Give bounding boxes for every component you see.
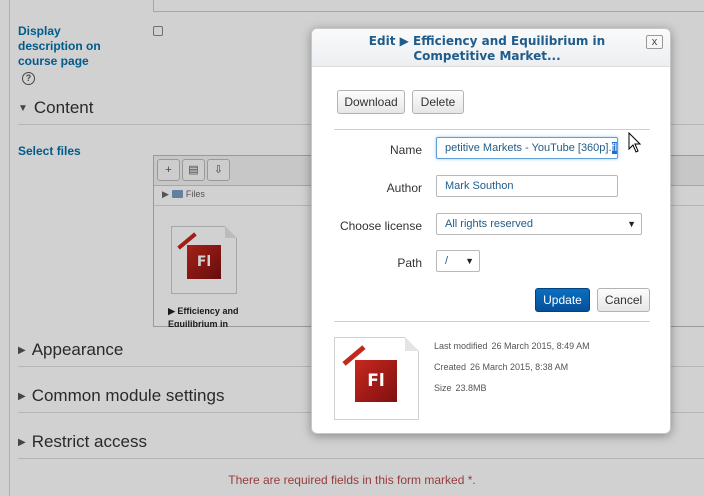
file-preview: Fl — [334, 337, 419, 420]
dialog-divider — [334, 321, 650, 322]
dialog-header: Edit ▶ Efficiency and Equilibrium in Com… — [312, 29, 670, 67]
update-button[interactable]: Update — [535, 288, 590, 312]
name-input[interactable]: petitive Markets - YouTube [360p].flv — [436, 137, 618, 159]
cancel-button[interactable]: Cancel — [597, 288, 650, 312]
flash-file-icon: Fl — [355, 360, 397, 402]
edit-file-dialog: Edit ▶ Efficiency and Equilibrium in Com… — [311, 28, 671, 434]
mouse-cursor-icon — [628, 132, 642, 153]
license-label: Choose license — [339, 219, 422, 233]
last-modified-info: Last modified 26 March 2015, 8:49 AM — [434, 341, 590, 351]
author-label: Author — [386, 181, 422, 195]
dialog-divider — [334, 129, 650, 130]
name-label: Name — [389, 143, 422, 157]
path-select[interactable]: / ▼ — [436, 250, 480, 272]
delete-button[interactable]: Delete — [412, 90, 464, 114]
path-label: Path — [397, 256, 422, 270]
close-button[interactable]: x — [646, 35, 663, 49]
dialog-title: Edit ▶ Efficiency and Equilibrium in Com… — [368, 34, 606, 63]
created-info: Created 26 March 2015, 8:38 AM — [434, 362, 569, 372]
dropdown-arrow-icon: ▼ — [627, 219, 636, 229]
dropdown-arrow-icon: ▼ — [465, 256, 474, 266]
download-button[interactable]: Download — [337, 90, 405, 114]
author-input[interactable]: Mark Southon — [436, 175, 618, 197]
license-select[interactable]: All rights reserved ▼ — [436, 213, 642, 235]
size-info: Size 23.8MB — [434, 383, 487, 393]
